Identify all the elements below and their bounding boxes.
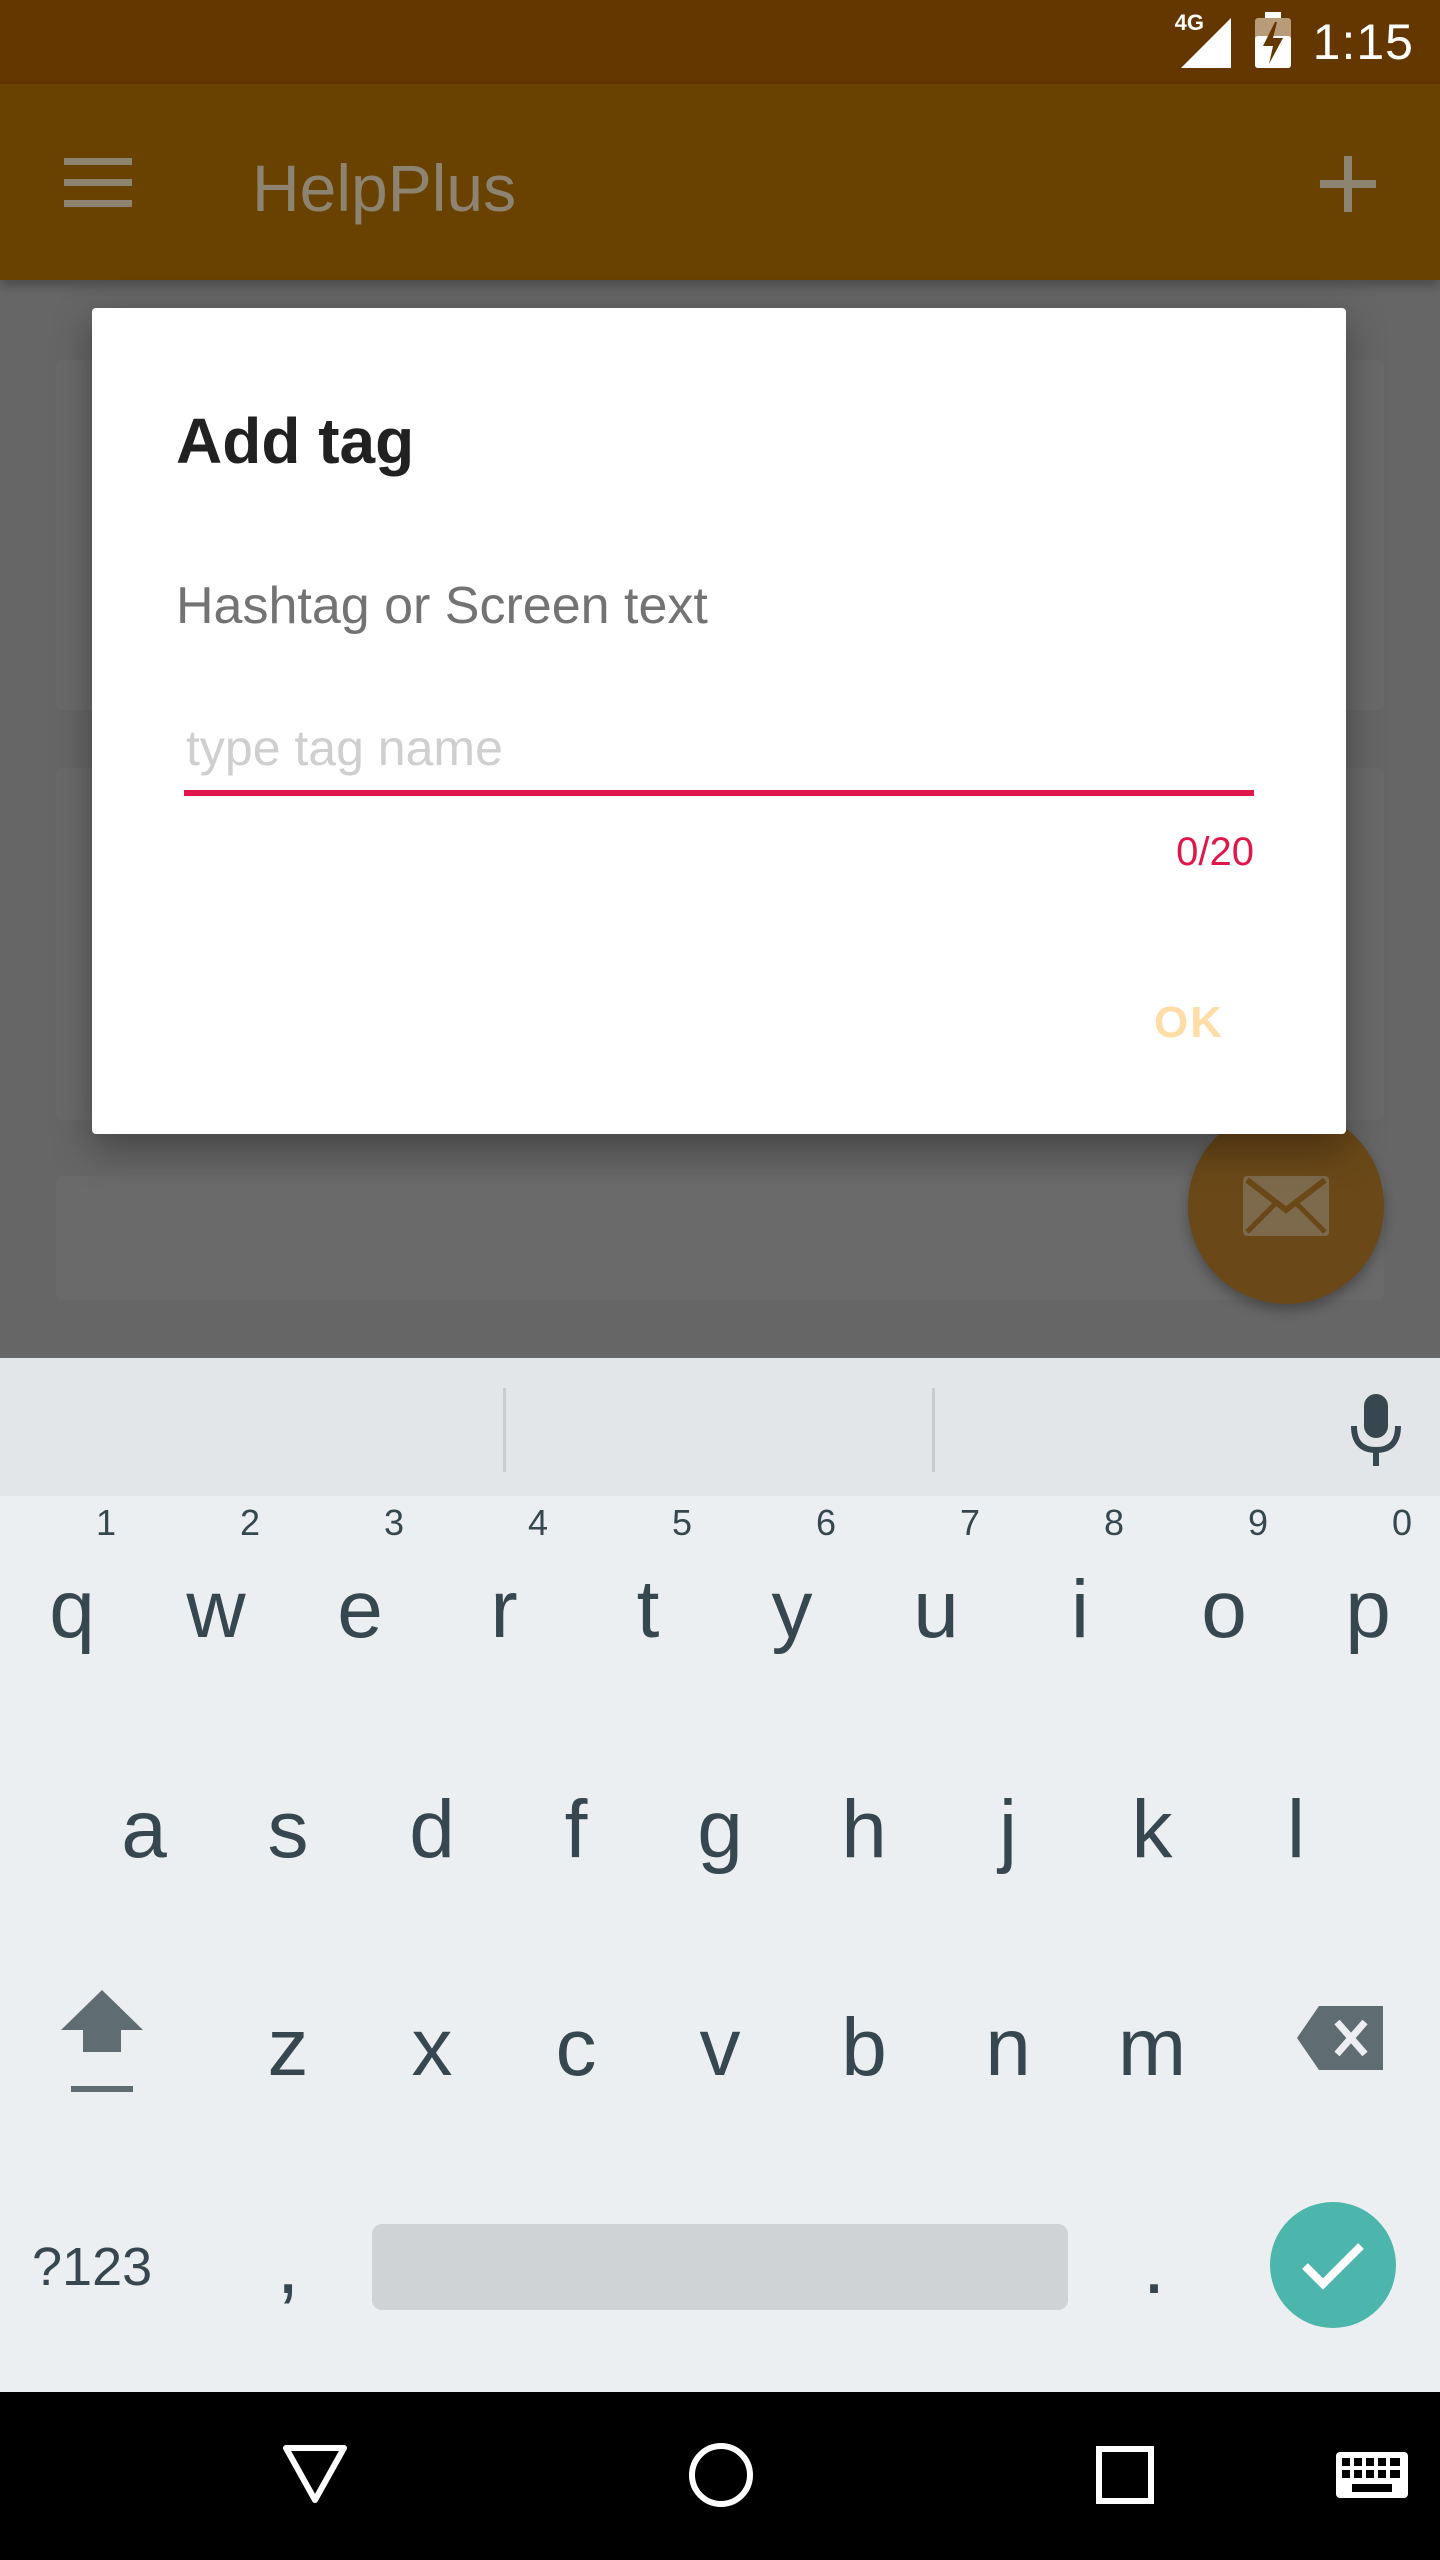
key-label: w bbox=[186, 1564, 246, 1655]
tag-name-input[interactable] bbox=[184, 714, 1254, 796]
key-q[interactable]: q1 bbox=[0, 1502, 144, 1670]
signal-icon: 4G bbox=[1175, 10, 1233, 70]
key-b[interactable]: b bbox=[792, 1988, 936, 2108]
status-icons: 4G 1:15 bbox=[1175, 0, 1414, 84]
key-label: u bbox=[913, 1564, 959, 1655]
suggestion-divider bbox=[932, 1388, 935, 1472]
key-hint: 4 bbox=[527, 1502, 548, 1543]
key-label: e bbox=[337, 1564, 383, 1655]
ok-button[interactable]: OK bbox=[1154, 998, 1224, 1048]
add-icon[interactable] bbox=[1316, 152, 1380, 216]
suggestion-bar bbox=[0, 1358, 1440, 1496]
key-label: t bbox=[636, 1564, 660, 1655]
dialog-title: Add tag bbox=[176, 405, 415, 477]
key-hint: 0 bbox=[1391, 1502, 1412, 1543]
home-icon[interactable] bbox=[688, 2442, 754, 2508]
key-label: i bbox=[1070, 1564, 1090, 1655]
key-v[interactable]: v bbox=[648, 1988, 792, 2108]
app-bar: HelpPlus bbox=[0, 84, 1440, 280]
character-counter: 0/20 bbox=[1176, 830, 1254, 874]
comma-key[interactable]: , bbox=[248, 2206, 328, 2326]
key-f[interactable]: f bbox=[504, 1770, 648, 1890]
key-j[interactable]: j bbox=[936, 1770, 1080, 1890]
key-i[interactable]: i8 bbox=[1008, 1502, 1152, 1670]
back-icon[interactable] bbox=[282, 2444, 348, 2504]
key-hint: 2 bbox=[239, 1502, 260, 1543]
key-k[interactable]: k bbox=[1080, 1770, 1224, 1890]
key-hint: 8 bbox=[1103, 1502, 1124, 1543]
key-r[interactable]: r4 bbox=[432, 1502, 576, 1670]
add-tag-dialog: Add tag Hashtag or Screen text 0/20 OK bbox=[92, 308, 1346, 1134]
key-hint: 5 bbox=[671, 1502, 692, 1543]
key-u[interactable]: u7 bbox=[864, 1502, 1008, 1670]
key-hint: 7 bbox=[959, 1502, 980, 1543]
mail-icon bbox=[1243, 1176, 1329, 1236]
mic-icon[interactable] bbox=[1346, 1394, 1406, 1468]
recents-icon[interactable] bbox=[1096, 2446, 1154, 2504]
suggestion-divider bbox=[503, 1388, 506, 1472]
dialog-label: Hashtag or Screen text bbox=[176, 577, 708, 635]
compose-fab[interactable] bbox=[1188, 1108, 1384, 1304]
key-o[interactable]: o9 bbox=[1152, 1502, 1296, 1670]
status-time: 1:15 bbox=[1312, 14, 1414, 70]
battery-charging-icon bbox=[1254, 11, 1291, 73]
key-hint: 1 bbox=[95, 1502, 116, 1543]
shift-key[interactable] bbox=[44, 1978, 160, 2098]
key-label: o bbox=[1201, 1564, 1247, 1655]
key-d[interactable]: d bbox=[360, 1770, 504, 1890]
check-icon bbox=[1302, 2243, 1364, 2290]
key-s[interactable]: s bbox=[216, 1770, 360, 1890]
backspace-key[interactable] bbox=[1290, 1978, 1390, 2098]
symbols-key[interactable]: ?123 bbox=[32, 2236, 152, 2298]
key-n[interactable]: n bbox=[936, 1988, 1080, 2108]
period-key[interactable]: . bbox=[1114, 2206, 1194, 2326]
key-a[interactable]: a bbox=[72, 1770, 216, 1890]
shift-icon bbox=[61, 1990, 143, 2092]
key-p[interactable]: p0 bbox=[1296, 1502, 1440, 1670]
key-hint: 9 bbox=[1247, 1502, 1268, 1543]
key-label: p bbox=[1345, 1564, 1391, 1655]
key-label: y bbox=[771, 1564, 813, 1655]
key-y[interactable]: y6 bbox=[720, 1502, 864, 1670]
keyboard-switch-icon[interactable] bbox=[1336, 2452, 1408, 2498]
space-key[interactable] bbox=[372, 2224, 1068, 2310]
key-label: r bbox=[490, 1564, 518, 1655]
key-hint: 3 bbox=[383, 1502, 404, 1543]
key-hint: 6 bbox=[815, 1502, 836, 1543]
background-card bbox=[56, 1176, 1384, 1300]
key-c[interactable]: c bbox=[504, 1988, 648, 2108]
soft-keyboard: q1w2e3r4t5y6u7i8o9p0 asdfghjkl zxcvbnm ?… bbox=[0, 1358, 1440, 2392]
key-w[interactable]: w2 bbox=[144, 1502, 288, 1670]
key-e[interactable]: e3 bbox=[288, 1502, 432, 1670]
enter-key[interactable] bbox=[1270, 2202, 1396, 2328]
menu-icon[interactable] bbox=[64, 154, 132, 210]
key-label: q bbox=[49, 1564, 95, 1655]
key-z[interactable]: z bbox=[216, 1988, 360, 2108]
navigation-bar bbox=[0, 2392, 1440, 2560]
key-m[interactable]: m bbox=[1080, 1988, 1224, 2108]
status-bar: 4G 1:15 bbox=[0, 0, 1440, 84]
network-type: 4G bbox=[1174, 10, 1205, 35]
key-l[interactable]: l bbox=[1224, 1770, 1368, 1890]
key-t[interactable]: t5 bbox=[576, 1502, 720, 1670]
key-h[interactable]: h bbox=[792, 1770, 936, 1890]
app-title: HelpPlus bbox=[252, 151, 517, 225]
key-x[interactable]: x bbox=[360, 1988, 504, 2108]
key-g[interactable]: g bbox=[648, 1770, 792, 1890]
backspace-icon bbox=[1297, 2006, 1383, 2070]
